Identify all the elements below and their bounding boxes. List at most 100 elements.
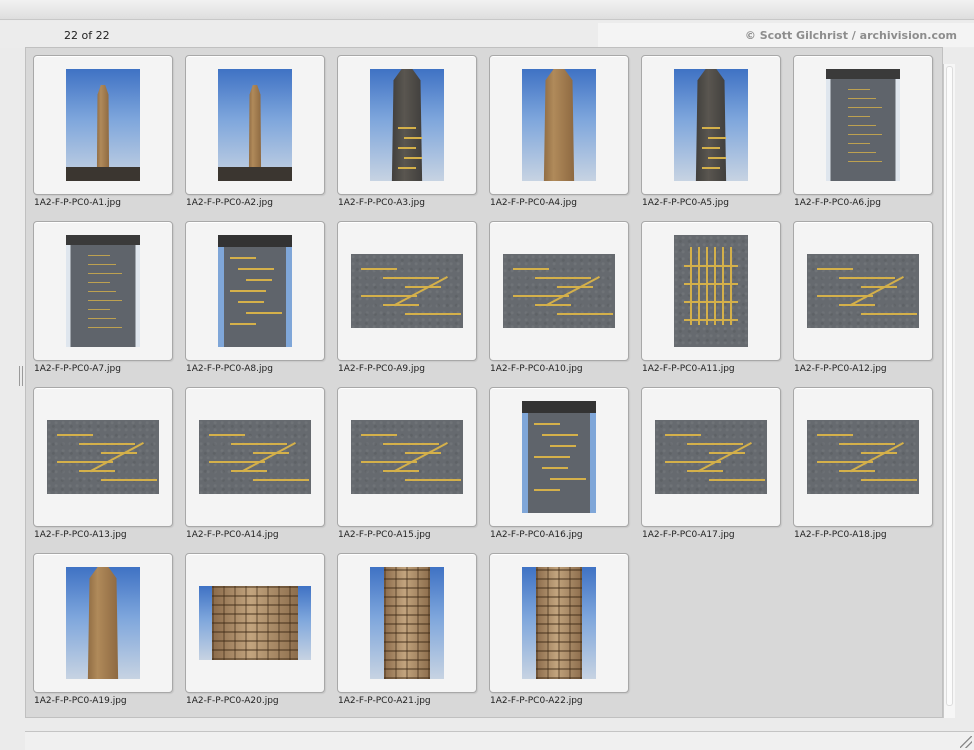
engraving-mark [398,167,416,169]
hieroglyph-shape [212,586,298,660]
engraving-mark [238,301,264,303]
ground-shape [66,167,140,181]
thumbnail-frame[interactable] [33,387,173,527]
thumbnail-frame[interactable] [185,55,325,195]
thumbnail-image[interactable] [351,254,463,328]
thumbnail-image[interactable] [674,235,748,347]
thumbnail-image[interactable] [826,69,900,181]
thumbnail-image[interactable] [199,586,311,660]
thumbnail-tile[interactable]: 1A2-F-P-PC0-A10.jpg [489,221,641,387]
scrollbar-thumb[interactable] [946,66,953,706]
thumbnail-image[interactable] [807,254,919,328]
pedestal-cap [66,235,140,245]
thumbnail-tile[interactable]: 1A2-F-P-PC0-A16.jpg [489,387,641,553]
thumbnail-image[interactable] [351,420,463,494]
thumbnail-frame[interactable] [185,221,325,361]
thumbnail-frame[interactable] [185,387,325,527]
thumbnail-tile[interactable]: 1A2-F-P-PC0-A2.jpg [185,55,337,221]
thumbnail-frame[interactable] [489,221,629,361]
thumbnail-image[interactable] [66,235,140,347]
thumbnail-frame[interactable] [489,387,629,527]
vertical-scrollbar[interactable] [943,64,955,718]
thumbnail-filename: 1A2-F-P-PC0-A13.jpg [34,530,127,540]
engraving-mark [684,301,738,303]
thumbnail-frame[interactable] [185,553,325,693]
thumbnail-image[interactable] [199,420,311,494]
thumbnail-frame[interactable] [489,55,629,195]
thumbnail-tile[interactable]: 1A2-F-P-PC0-A14.jpg [185,387,337,553]
thumbnail-image[interactable] [66,567,140,679]
thumbnail-tile[interactable]: 1A2-F-P-PC0-A18.jpg [793,387,945,553]
thumbnail-tile[interactable]: 1A2-F-P-PC0-A9.jpg [337,221,489,387]
inscription-line [848,143,870,144]
engraving-mark [557,313,613,315]
pedestal-cap [218,235,292,247]
thumbnail-image[interactable] [218,69,292,181]
engraving-mark [383,277,439,279]
inscription-line [88,255,110,256]
pedestal-cap [826,69,900,79]
thumbnail-frame[interactable] [793,221,933,361]
thumbnail-tile[interactable]: 1A2-F-P-PC0-A3.jpg [337,55,489,221]
panel-resize-handle[interactable] [19,366,23,386]
engraving-mark [698,442,752,472]
engraving-mark [546,276,600,306]
thumbnail-tile[interactable]: 1A2-F-P-PC0-A1.jpg [33,55,185,221]
thumbnail-tile[interactable]: 1A2-F-P-PC0-A11.jpg [641,221,793,387]
thumbnail-tile[interactable]: 1A2-F-P-PC0-A6.jpg [793,55,945,221]
engraving-mark [405,479,461,481]
thumbnail-tile[interactable]: 1A2-F-P-PC0-A19.jpg [33,553,185,719]
inscription-line [848,89,870,90]
thumbnail-frame[interactable] [33,55,173,195]
thumbnail-frame[interactable] [33,553,173,693]
thumbnail-frame[interactable] [489,553,629,693]
thumbnail-frame[interactable] [641,55,781,195]
thumbnail-frame[interactable] [793,55,933,195]
thumbnail-filename: 1A2-F-P-PC0-A5.jpg [642,198,729,208]
thumbnail-frame[interactable] [641,221,781,361]
thumbnail-filename: 1A2-F-P-PC0-A6.jpg [794,198,881,208]
thumbnail-tile[interactable]: 1A2-F-P-PC0-A5.jpg [641,55,793,221]
thumbnail-image[interactable] [674,69,748,181]
thumbnail-tile[interactable]: 1A2-F-P-PC0-A13.jpg [33,387,185,553]
thumbnail-image[interactable] [807,420,919,494]
obelisk-shape [87,567,119,679]
thumbnail-frame[interactable] [337,221,477,361]
thumbnail-tile[interactable]: 1A2-F-P-PC0-A17.jpg [641,387,793,553]
thumbnail-image[interactable] [47,420,159,494]
engraving-mark [394,276,448,306]
thumbnail-frame[interactable] [33,221,173,361]
engraving-mark [839,277,895,279]
engraving-mark [79,443,135,445]
obelisk-shape [391,69,423,181]
thumbnail-frame[interactable] [641,387,781,527]
inscription-line [848,152,876,153]
thumbnail-frame[interactable] [337,387,477,527]
thumbnail-filename: 1A2-F-P-PC0-A15.jpg [338,530,431,540]
resize-grip-icon[interactable] [960,736,972,748]
thumbnail-tile[interactable]: 1A2-F-P-PC0-A22.jpg [489,553,641,719]
thumbnail-tile[interactable]: 1A2-F-P-PC0-A7.jpg [33,221,185,387]
thumbnail-image[interactable] [522,401,596,513]
engraving-mark [230,323,256,325]
thumbnail-frame[interactable] [337,55,477,195]
thumbnail-image[interactable] [370,69,444,181]
thumbnail-image[interactable] [522,567,596,679]
thumbnail-image[interactable] [655,420,767,494]
thumbnail-tile[interactable]: 1A2-F-P-PC0-A15.jpg [337,387,489,553]
thumbnail-image[interactable] [503,254,615,328]
engraving-mark [246,312,282,314]
thumbnail-tile[interactable]: 1A2-F-P-PC0-A4.jpg [489,55,641,221]
thumbnail-image[interactable] [218,235,292,347]
thumbnail-image[interactable] [66,69,140,181]
thumbnail-frame[interactable] [337,553,477,693]
thumbnail-tile[interactable]: 1A2-F-P-PC0-A20.jpg [185,553,337,719]
inscription-line [848,161,882,162]
thumbnail-tile[interactable]: 1A2-F-P-PC0-A12.jpg [793,221,945,387]
thumbnail-image[interactable] [370,567,444,679]
thumbnail-tile[interactable]: 1A2-F-P-PC0-A21.jpg [337,553,489,719]
engraving-mark [90,442,144,472]
thumbnail-tile[interactable]: 1A2-F-P-PC0-A8.jpg [185,221,337,387]
thumbnail-frame[interactable] [793,387,933,527]
thumbnail-image[interactable] [522,69,596,181]
